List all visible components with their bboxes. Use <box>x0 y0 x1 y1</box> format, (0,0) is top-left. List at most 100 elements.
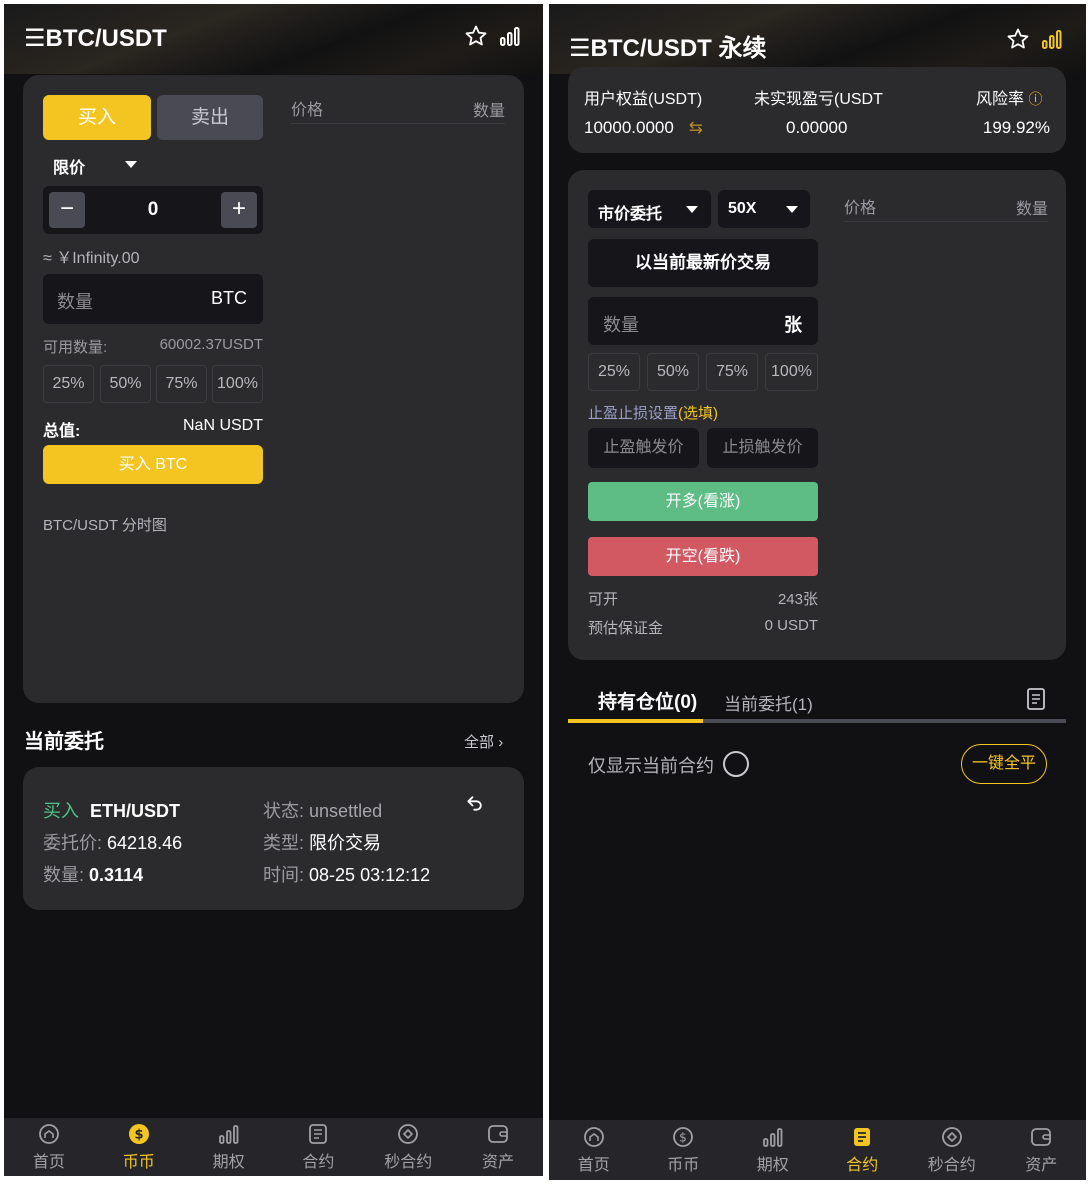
info-icon[interactable]: ⓘ <box>1028 91 1042 107</box>
caret-down-icon <box>125 161 137 168</box>
close-all-button[interactable]: 一键全平 <box>961 744 1047 784</box>
percent-75-button[interactable]: 75% <box>706 353 758 391</box>
orderbook-price-header: 价格 <box>291 102 324 119</box>
percent-75-button[interactable]: 75% <box>156 365 207 403</box>
tab-second-contract[interactable]: 秒合约 <box>907 1120 997 1180</box>
margin-label: 预估保证金 <box>588 620 664 637</box>
bars-icon <box>218 1125 238 1144</box>
spot-trade-screen: ☰BTC/USDT 买入 卖出 限价 − 0 + ≈ ￥Infinity.00 … <box>4 4 543 1176</box>
leverage-select[interactable]: 50X <box>718 190 810 228</box>
tab-positions[interactable]: 持有仓位(0) <box>598 687 697 714</box>
percent-25-button[interactable]: 25% <box>43 365 94 403</box>
tab-spot[interactable]: $ 币币 <box>94 1118 184 1176</box>
order-type-select[interactable]: 市价委托 <box>588 190 711 228</box>
orders-all-link[interactable]: 全部 › <box>464 731 503 752</box>
chart-icon[interactable] <box>498 24 522 48</box>
trade-panel: 市价委托 50X 以当前最新价交易 数量 张 25% 50% 75% 100% … <box>568 170 1066 660</box>
plus-button[interactable]: + <box>221 192 257 228</box>
order-price-label: 委托价: <box>43 833 103 853</box>
submit-buy-button[interactable]: 买入 BTC <box>43 445 263 484</box>
minus-button[interactable]: − <box>49 192 85 228</box>
order-card[interactable]: 买入 ETH/USDT 状态: unsettled 委托价: 64218.46 … <box>23 767 524 910</box>
tab-home-label: 首页 <box>32 1154 65 1171</box>
orderbook-price-header: 价格 <box>844 200 877 217</box>
tab-home[interactable]: 首页 <box>4 1118 94 1176</box>
tab-current-orders[interactable]: 当前委托(1) <box>724 690 813 715</box>
pair-selector[interactable]: ☰BTC/USDT 永续 <box>569 28 767 63</box>
percent-100-button[interactable]: 100% <box>765 353 818 391</box>
equity-value-text: 10000.0000 <box>584 118 674 137</box>
tabs-active-indicator <box>568 719 703 723</box>
chart-icon[interactable] <box>1040 27 1064 51</box>
percent-100-button[interactable]: 100% <box>212 365 263 403</box>
star-icon[interactable] <box>1006 27 1030 51</box>
orderbook-divider <box>844 221 1048 222</box>
wallet-icon <box>1031 1128 1052 1146</box>
header: ☰BTC/USDT 永续 <box>549 4 1086 74</box>
percent-50-button[interactable]: 50% <box>100 365 151 403</box>
sell-tab[interactable]: 卖出 <box>157 95 263 140</box>
tpsl-settings-link[interactable]: 止盈止损设置(选填) <box>588 402 718 423</box>
amount-input[interactable]: 数量 BTC <box>43 274 263 324</box>
order-time-value: 08-25 03:12:12 <box>309 865 431 885</box>
percent-50-button[interactable]: 50% <box>647 353 699 391</box>
caret-down-icon <box>686 206 698 213</box>
order-time: 时间: 08-25 03:12:12 <box>263 861 430 887</box>
document-icon[interactable] <box>1025 687 1047 711</box>
trade-panel: 买入 卖出 限价 − 0 + ≈ ￥Infinity.00 数量 BTC 可用数… <box>23 75 524 703</box>
order-qty: 数量: 0.3114 <box>43 861 143 887</box>
tab-assets[interactable]: 资产 <box>997 1120 1087 1180</box>
svg-text:$: $ <box>134 1128 143 1143</box>
order-type: 类型: 限价交易 <box>263 829 381 855</box>
tab-home[interactable]: 首页 <box>549 1120 639 1180</box>
equity-label: 用户权益(USDT) <box>584 91 703 108</box>
page-title: BTC/USDT <box>45 25 167 52</box>
percent-25-button[interactable]: 25% <box>588 353 640 391</box>
home-icon <box>39 1124 59 1144</box>
undo-icon[interactable] <box>465 793 485 813</box>
only-current-label: 仅显示当前合约 <box>588 756 714 776</box>
tab-second-contract[interactable]: 秒合约 <box>363 1118 453 1176</box>
take-profit-input[interactable]: 止盈触发价 <box>588 428 699 468</box>
open-long-button[interactable]: 开多(看涨) <box>588 482 818 521</box>
orders-title: 当前委托 <box>24 731 104 753</box>
pair-selector[interactable]: ☰BTC/USDT <box>24 24 167 53</box>
order-price-value: 64218.46 <box>107 833 183 853</box>
only-current-radio[interactable] <box>723 751 749 777</box>
open-short-button[interactable]: 开空(看跌) <box>588 537 818 576</box>
amount-input[interactable]: 数量 张 <box>588 297 818 345</box>
svg-text:$: $ <box>679 1131 687 1145</box>
tab-contract[interactable]: 合约 <box>818 1120 908 1180</box>
tab-contract[interactable]: 合约 <box>273 1118 363 1176</box>
tab-options[interactable]: 期权 <box>728 1120 818 1180</box>
tab-contract-label: 合约 <box>302 1154 335 1171</box>
order-type-select[interactable]: 限价 <box>53 154 143 178</box>
available-value: 60002.37USDT <box>159 336 263 353</box>
wallet-icon <box>488 1125 508 1143</box>
tab-assets-label: 资产 <box>482 1154 515 1171</box>
can-open-label: 可开 <box>588 591 619 608</box>
price-input[interactable]: 0 <box>93 186 213 234</box>
buy-tab[interactable]: 买入 <box>43 95 151 140</box>
order-qty-value: 0.3114 <box>89 865 144 885</box>
tab-assets[interactable]: 资产 <box>453 1118 543 1176</box>
order-status-label: 状态: <box>263 801 305 821</box>
tab-options-label: 期权 <box>212 1154 245 1171</box>
order-status-value: unsettled <box>309 801 383 821</box>
tab-options[interactable]: 期权 <box>184 1118 274 1176</box>
tab-spot[interactable]: $ 币币 <box>639 1120 729 1180</box>
tab-contract-label: 合约 <box>846 1157 879 1174</box>
home-icon <box>583 1127 604 1147</box>
contract-icon <box>309 1124 328 1144</box>
star-icon[interactable] <box>464 24 488 48</box>
market-price-button[interactable]: 以当前最新价交易 <box>588 239 818 287</box>
transfer-icon[interactable]: ⇆ <box>689 118 703 137</box>
order-time-label: 时间: <box>263 865 305 885</box>
order-type-text: 限价交易 <box>309 833 382 853</box>
amount-unit: BTC <box>211 288 247 308</box>
leverage-value: 50X <box>728 200 757 217</box>
can-open-value: 243张 <box>777 591 818 608</box>
tab-assets-label: 资产 <box>1025 1157 1058 1174</box>
tab-second-contract-label: 秒合约 <box>927 1157 976 1174</box>
stop-loss-input[interactable]: 止损触发价 <box>707 428 818 468</box>
